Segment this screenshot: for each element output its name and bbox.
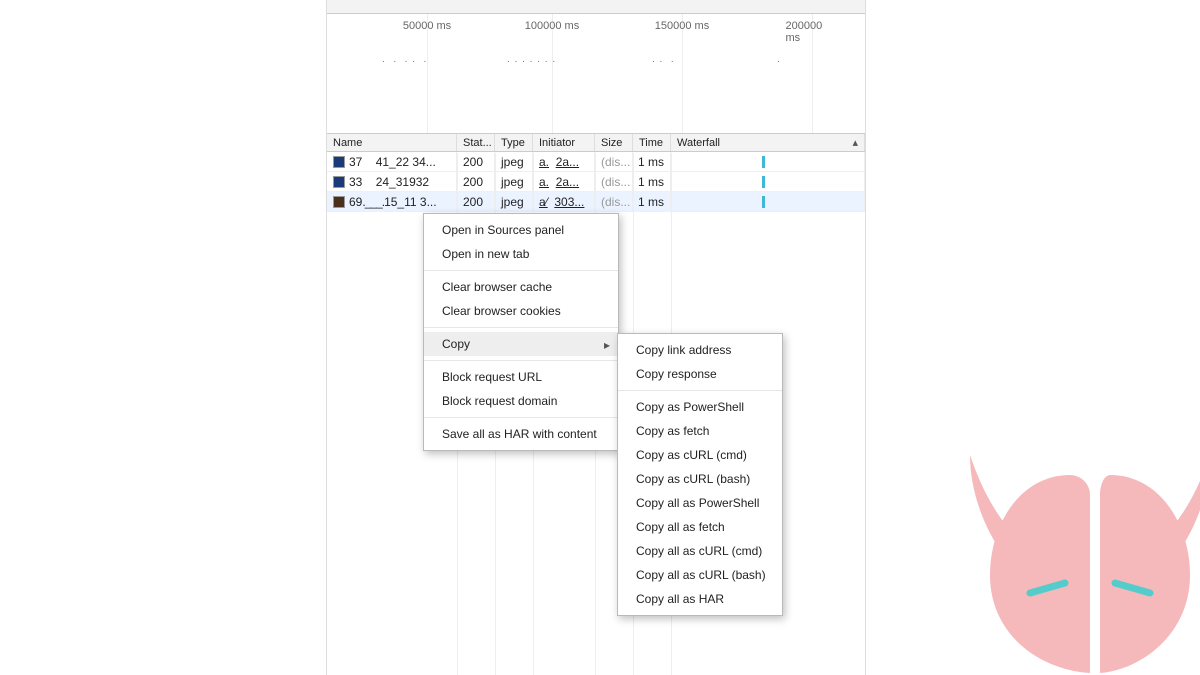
- filter-bar: All: [327, 0, 865, 14]
- table-header[interactable]: Name Stat... Type Initiator Size Time Wa…: [327, 134, 865, 152]
- menu-open-sources[interactable]: Open in Sources panel: [424, 218, 618, 242]
- menu-separator: [618, 390, 782, 391]
- menu-clear-cookies[interactable]: Clear browser cookies: [424, 299, 618, 323]
- waterfall-bar: [762, 156, 765, 168]
- timeline-label: 100000 ms: [525, 20, 579, 32]
- initiator-link[interactable]: 303...: [554, 195, 584, 209]
- initiator-link[interactable]: a⁄: [539, 195, 548, 209]
- menu-copy-curl-bash[interactable]: Copy as cURL (bash): [618, 467, 782, 491]
- menu-copy-powershell[interactable]: Copy as PowerShell: [618, 395, 782, 419]
- thumbnail-icon: [333, 176, 345, 188]
- timeline-label: 200000 ms: [786, 20, 839, 44]
- waterfall-bar: [762, 196, 765, 208]
- menu-copy-all-curl-cmd[interactable]: Copy all as cURL (cmd): [618, 539, 782, 563]
- menu-copy-link[interactable]: Copy link address: [618, 338, 782, 362]
- col-initiator[interactable]: Initiator: [533, 134, 595, 151]
- col-name[interactable]: Name: [327, 134, 457, 151]
- context-menu: Open in Sources panel Open in new tab Cl…: [423, 213, 619, 451]
- menu-separator: [424, 270, 618, 271]
- menu-copy-all-fetch[interactable]: Copy all as fetch: [618, 515, 782, 539]
- submenu-arrow-icon: ▸: [604, 338, 610, 352]
- menu-clear-cache[interactable]: Clear browser cache: [424, 275, 618, 299]
- menu-copy-all-har[interactable]: Copy all as HAR: [618, 587, 782, 611]
- menu-copy-curl-cmd[interactable]: Copy as cURL (cmd): [618, 443, 782, 467]
- menu-block-domain[interactable]: Block request domain: [424, 389, 618, 413]
- request-table: 37 41_22 34... 200 jpeg a. 2a... (dis...…: [327, 152, 865, 212]
- col-waterfall[interactable]: Waterfall▴: [671, 134, 865, 151]
- menu-copy-response[interactable]: Copy response: [618, 362, 782, 386]
- sort-ascending-icon: ▴: [852, 136, 858, 149]
- thumbnail-icon: [333, 156, 345, 168]
- initiator-link[interactable]: 2a...: [556, 175, 579, 189]
- timeline-label: 50000 ms: [403, 20, 451, 32]
- menu-block-url[interactable]: Block request URL: [424, 365, 618, 389]
- timeline-activity: . . .: [652, 54, 675, 84]
- timeline-activity: .: [777, 54, 781, 84]
- thumbnail-icon: [333, 196, 345, 208]
- menu-open-new-tab[interactable]: Open in new tab: [424, 242, 618, 266]
- waterfall-bar: [762, 176, 765, 188]
- menu-separator: [424, 417, 618, 418]
- menu-copy[interactable]: Copy▸: [424, 332, 618, 356]
- table-row[interactable]: 37 41_22 34... 200 jpeg a. 2a... (dis...…: [327, 152, 865, 172]
- initiator-link[interactable]: a.: [539, 175, 549, 189]
- initiator-link[interactable]: 2a...: [556, 155, 579, 169]
- timeline-activity: . . . . .: [382, 54, 427, 84]
- menu-save-har[interactable]: Save all as HAR with content: [424, 422, 618, 446]
- watermark-logo: [940, 455, 1200, 675]
- initiator-link[interactable]: a.: [539, 155, 549, 169]
- col-type[interactable]: Type: [495, 134, 533, 151]
- menu-copy-fetch[interactable]: Copy as fetch: [618, 419, 782, 443]
- table-row[interactable]: 69.___.15_11 3... 200 jpeg a⁄ 303... (di…: [327, 192, 865, 212]
- col-status[interactable]: Stat...: [457, 134, 495, 151]
- timeline-overview[interactable]: 50000 ms 100000 ms 150000 ms 200000 ms .…: [327, 14, 865, 134]
- menu-copy-all-powershell[interactable]: Copy all as PowerShell: [618, 491, 782, 515]
- menu-separator: [424, 360, 618, 361]
- menu-separator: [424, 327, 618, 328]
- menu-copy-all-curl-bash[interactable]: Copy all as cURL (bash): [618, 563, 782, 587]
- table-row[interactable]: 33 24_31932 200 jpeg a. 2a... (dis... 1 …: [327, 172, 865, 192]
- timeline-activity: . . . . . . .: [507, 54, 556, 84]
- col-size[interactable]: Size: [595, 134, 633, 151]
- col-time[interactable]: Time: [633, 134, 671, 151]
- copy-submenu: Copy link address Copy response Copy as …: [617, 333, 783, 616]
- timeline-label: 150000 ms: [655, 20, 709, 32]
